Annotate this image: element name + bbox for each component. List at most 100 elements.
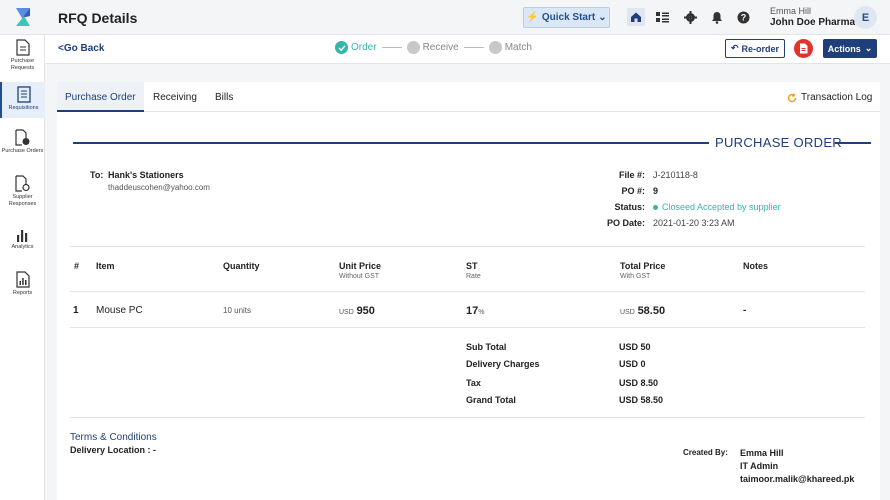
created-by-name: Emma Hill	[740, 448, 784, 458]
reorder-button[interactable]: ↶ Re-order	[725, 39, 785, 58]
user-org: John Doe Pharma	[770, 17, 856, 28]
step-pending-icon	[488, 41, 502, 54]
sidebar-item-requisitions[interactable]: Requisitions	[0, 82, 45, 118]
status-badge: Closeed Accepted by supplier	[653, 202, 781, 212]
row-notes: -	[743, 305, 747, 316]
row-unit-price: USD 950	[339, 305, 375, 317]
supplier-name: Hank's Stationers	[108, 170, 184, 180]
tax-value: USD 8.50	[619, 378, 659, 388]
actions-label: Actions	[827, 43, 861, 54]
to-label: To:	[90, 170, 104, 180]
undo-arrow-icon: ↶	[730, 43, 739, 53]
sidebar-item-label: Purchase Orders	[1, 148, 44, 154]
app-logo[interactable]	[12, 6, 34, 28]
avatar[interactable]: E	[854, 6, 877, 29]
col-header-total-price: Total Price	[620, 261, 666, 271]
sidebar-item-label: Requisitions	[8, 105, 39, 111]
divider	[70, 417, 865, 418]
divider	[70, 291, 865, 292]
po-date-value: 2021-01-20 3:23 AM	[653, 218, 735, 228]
sidebar-item-reports[interactable]: Reports	[0, 271, 45, 301]
row-st: 17%	[466, 305, 484, 317]
st-value: 17	[466, 305, 479, 317]
sidebar-item-label: Purchase Requests	[10, 58, 35, 71]
tax-label: Tax	[466, 378, 481, 388]
sub-total-label: Sub Total	[466, 342, 507, 352]
file-number-value: J-210118-8	[653, 170, 698, 180]
row-item: Mouse PC	[96, 305, 143, 316]
gear-icon[interactable]	[681, 8, 699, 26]
progress-steps: Order Receive Match	[335, 41, 532, 54]
sidebar-item-label: Analytics	[11, 244, 34, 250]
step-match: Match	[504, 42, 532, 53]
purchase-order-card: Purchase Order Receiving Bills Transacti…	[57, 82, 880, 500]
sidebar-item-analytics[interactable]: Analytics	[0, 228, 45, 258]
chevron-down-icon: ⌄	[598, 12, 607, 23]
user-info[interactable]: Emma Hill John Doe Pharma	[770, 6, 855, 28]
terms-conditions-heading[interactable]: Terms & Conditions	[70, 432, 157, 443]
list-view-icon[interactable]	[653, 8, 671, 26]
sidebar: Purchase Requests Requisitions Purchase …	[0, 35, 45, 500]
actions-dropdown[interactable]: Actions ⌄	[823, 39, 877, 58]
sidebar-item-label: Reports	[12, 290, 33, 296]
step-connector	[463, 47, 484, 48]
grand-total-value: USD 58.50	[619, 395, 664, 405]
col-header-item: Item	[96, 261, 115, 271]
status-text: Closeed Accepted by supplier	[662, 202, 781, 212]
tab-purchase-order[interactable]: Purchase Order	[57, 82, 144, 112]
reorder-label: Re-order	[741, 43, 780, 54]
currency-label: USD	[620, 309, 635, 316]
bar-chart-icon	[16, 230, 27, 242]
supplier-email: thaddeuscohen@yahoo.com	[108, 183, 210, 192]
tab-bills[interactable]: Bills	[215, 92, 233, 103]
file-number-label: File #:	[618, 170, 645, 180]
transaction-log-link[interactable]: Transaction Log	[787, 92, 872, 103]
report-chart-icon	[15, 271, 30, 288]
step-pending-icon	[406, 41, 420, 54]
po-date-label: PO Date:	[606, 218, 645, 228]
order-check-icon	[15, 129, 30, 146]
tab-receiving[interactable]: Receiving	[153, 92, 197, 103]
total-price-value: 58.50	[637, 305, 666, 317]
step-receive: Receive	[422, 42, 459, 53]
step-connector	[381, 47, 402, 48]
transaction-log-label: Transaction Log	[801, 92, 873, 103]
bell-icon[interactable]	[708, 8, 726, 26]
sidebar-item-purchase-requests[interactable]: Purchase Requests	[0, 39, 45, 77]
check-icon	[335, 41, 348, 54]
col-header-notes: Notes	[743, 261, 769, 271]
tab-bar: Purchase Order Receiving Bills Transacti…	[57, 82, 880, 112]
heading-rule-right	[835, 142, 871, 144]
row-total-price: USD 58.50	[620, 305, 665, 317]
col-header-quantity: Quantity	[223, 261, 260, 271]
created-by-email: taimoor.malik@khareed.pk	[740, 474, 855, 484]
po-number-label: PO #:	[621, 186, 645, 196]
created-by-role: IT Admin	[740, 461, 779, 471]
help-icon[interactable]: ?	[734, 8, 752, 26]
user-name: Emma Hill	[770, 6, 812, 16]
document-icon	[15, 39, 30, 56]
response-document-icon	[15, 175, 30, 192]
top-bar: RFQ Details ⚡ Quick Start ⌄ ? Emma Hill …	[0, 0, 890, 35]
pdf-icon	[800, 43, 808, 54]
row-number: 1	[73, 305, 79, 316]
po-number-value: 9	[653, 186, 659, 196]
svg-text:?: ?	[740, 12, 746, 22]
pdf-download-button[interactable]	[794, 39, 813, 58]
sub-total-value: USD 50	[619, 342, 651, 352]
percent-label: %	[478, 309, 485, 316]
po-heading: PURCHASE ORDER	[715, 135, 842, 150]
chevron-down-icon: ⌄	[864, 43, 873, 53]
home-icon[interactable]	[627, 8, 645, 26]
divider	[70, 246, 865, 247]
sidebar-item-purchase-orders[interactable]: Purchase Orders	[0, 129, 45, 165]
heading-rule-left	[73, 142, 709, 144]
lightning-icon: ⚡	[526, 12, 539, 23]
sidebar-item-supplier-responses[interactable]: Supplier Responses	[0, 175, 45, 211]
grand-total-label: Grand Total	[466, 395, 516, 405]
quick-start-button[interactable]: ⚡ Quick Start ⌄	[523, 7, 610, 28]
col-header-unit-price: Unit Price	[339, 261, 382, 271]
go-back-link[interactable]: <Go Back	[58, 43, 104, 54]
divider	[70, 327, 865, 328]
col-header-num: #	[74, 261, 80, 271]
